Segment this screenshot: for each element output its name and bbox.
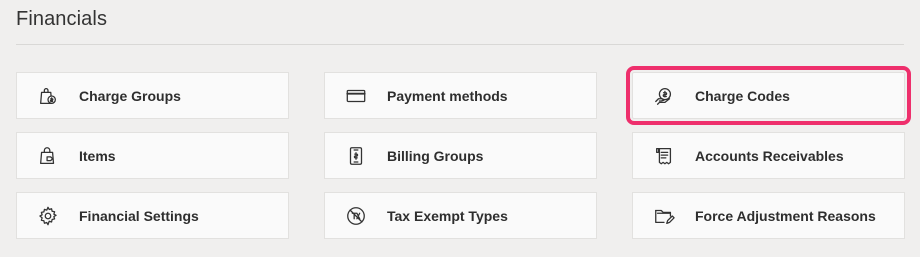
shopping-bag-dollar-icon [37,85,59,107]
card-label: Tax Exempt Types [387,207,508,224]
card-label: Force Adjustment Reasons [695,207,876,224]
credit-card-icon [345,85,367,107]
gear-icon [37,205,59,227]
no-tax-icon [345,205,367,227]
invoice-scroll-icon [653,145,675,167]
folder-edit-icon [653,205,675,227]
accounts-receivables-card[interactable]: Accounts Receivables [632,132,905,179]
card-label: Billing Groups [387,147,484,164]
force-adjustment-reasons-card[interactable]: Force Adjustment Reasons [632,192,905,239]
shopping-bag-tag-icon [37,145,59,167]
card-label: Items [79,147,116,164]
card-label: Charge Groups [79,87,181,104]
financials-menu-grid: Charge Groups Payment methods Charge Cod… [16,66,911,239]
items-card[interactable]: Items [16,132,289,179]
card-label: Accounts Receivables [695,147,844,164]
card-label: Financial Settings [79,207,199,224]
divider [16,44,904,45]
charge-groups-card[interactable]: Charge Groups [16,72,289,119]
billing-groups-card[interactable]: Billing Groups [324,132,597,179]
receipt-dollar-icon [345,145,367,167]
card-label: Payment methods [387,87,508,104]
hand-dollar-icon [653,85,675,107]
tax-exempt-types-card[interactable]: Tax Exempt Types [324,192,597,239]
charge-codes-card[interactable]: Charge Codes [626,66,911,125]
payment-methods-card[interactable]: Payment methods [324,72,597,119]
card-label: Charge Codes [695,87,790,104]
financial-settings-card[interactable]: Financial Settings [16,192,289,239]
page-title: Financials [16,8,108,30]
